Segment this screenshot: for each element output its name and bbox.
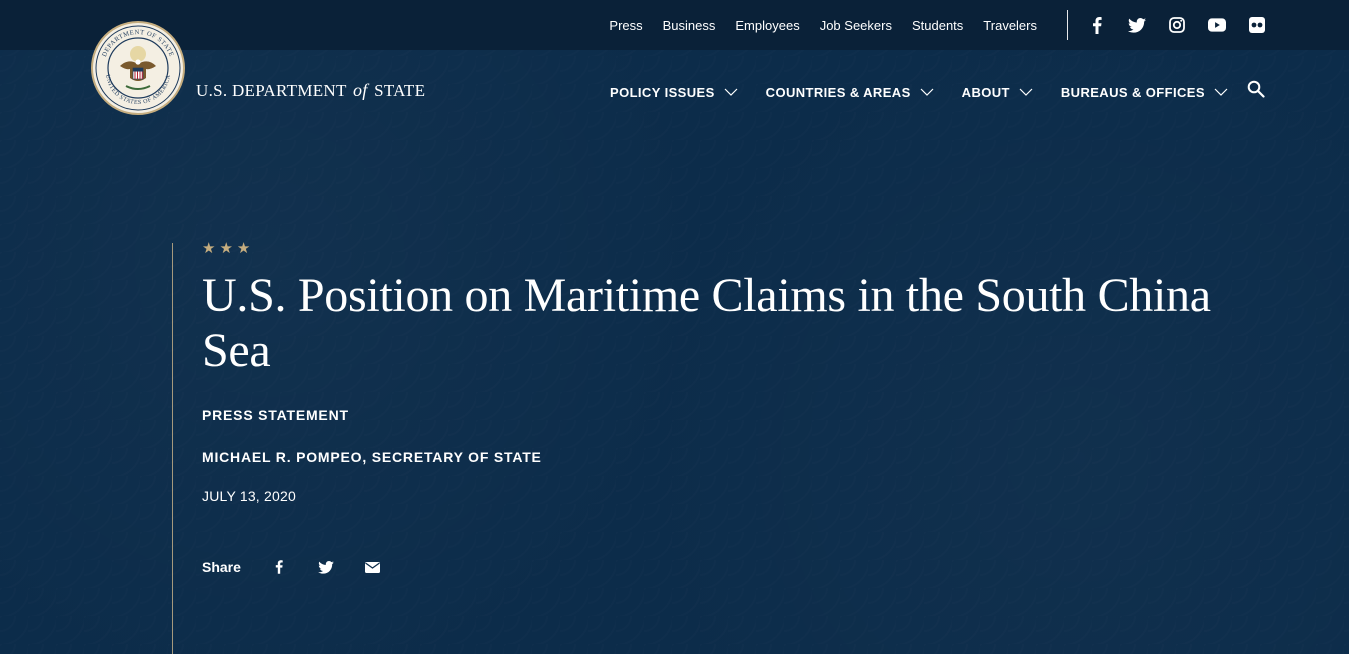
site-wordmark[interactable]: U.S. DEPARTMENT of STATE (196, 80, 425, 101)
utility-link-press[interactable]: Press (609, 18, 642, 33)
utility-link-students[interactable]: Students (912, 18, 963, 33)
utility-link-employees[interactable]: Employees (735, 18, 799, 33)
utility-link-job-seekers[interactable]: Job Seekers (820, 18, 892, 33)
utility-nav: Press Business Employees Job Seekers Stu… (609, 0, 1037, 50)
nav-item-label: ABOUT (961, 84, 1010, 100)
utility-bar: Press Business Employees Job Seekers Stu… (0, 0, 1349, 50)
chevron-down-icon (724, 88, 738, 96)
chevron-down-icon (1019, 88, 1033, 96)
nav-item-label: POLICY ISSUES (610, 84, 715, 100)
wordmark-pre: U.S. DEPARTMENT (196, 81, 347, 100)
nav-item-label: BUREAUS & OFFICES (1060, 84, 1205, 100)
search-icon[interactable] (1247, 80, 1267, 100)
utility-link-business[interactable]: Business (663, 18, 716, 33)
nav-item-policy-issues[interactable]: POLICY ISSUES (610, 85, 738, 100)
instagram-icon[interactable] (1168, 16, 1186, 34)
department-seal-logo[interactable]: DEPARTMENT OF STATE UNITED STATES OF AME… (90, 20, 186, 116)
nav-item-countries-areas[interactable]: COUNTRIES & AREAS (766, 85, 934, 100)
facebook-icon[interactable] (1088, 16, 1106, 34)
nav-item-about[interactable]: ABOUT (962, 85, 1033, 100)
wordmark-of: of (352, 80, 368, 100)
article-author: MICHAEL R. POMPEO, SECRETARY OF STATE (202, 449, 542, 465)
main-header: DEPARTMENT OF STATE UNITED STATES OF AME… (0, 21, 1349, 130)
wordmark-post: STATE (374, 81, 426, 100)
utility-link-travelers[interactable]: Travelers (983, 18, 1037, 33)
hero-vertical-rule (172, 243, 173, 654)
nav-item-label: COUNTRIES & AREAS (765, 84, 911, 100)
email-icon[interactable] (365, 559, 381, 575)
main-nav: POLICY ISSUES COUNTRIES & AREAS ABOUT BU… (610, 50, 1256, 134)
facebook-icon[interactable] (271, 559, 287, 575)
share-label: Share (202, 559, 241, 575)
social-links (1088, 0, 1266, 50)
article-type: PRESS STATEMENT (202, 407, 349, 423)
twitter-icon[interactable] (318, 559, 334, 575)
stars-decoration: ★★★ (202, 239, 255, 257)
nav-item-bureaus-offices[interactable]: BUREAUS & OFFICES (1061, 85, 1228, 100)
page: Press Business Employees Job Seekers Stu… (0, 0, 1349, 654)
chevron-down-icon (1214, 88, 1228, 96)
youtube-icon[interactable] (1208, 16, 1226, 34)
chevron-down-icon (920, 88, 934, 96)
page-title: U.S. Position on Maritime Claims in the … (202, 269, 1211, 377)
utility-divider (1067, 10, 1068, 40)
twitter-icon[interactable] (1128, 16, 1146, 34)
share-bar: Share (202, 556, 412, 578)
article-date: JULY 13, 2020 (202, 488, 296, 504)
flickr-icon[interactable] (1248, 16, 1266, 34)
